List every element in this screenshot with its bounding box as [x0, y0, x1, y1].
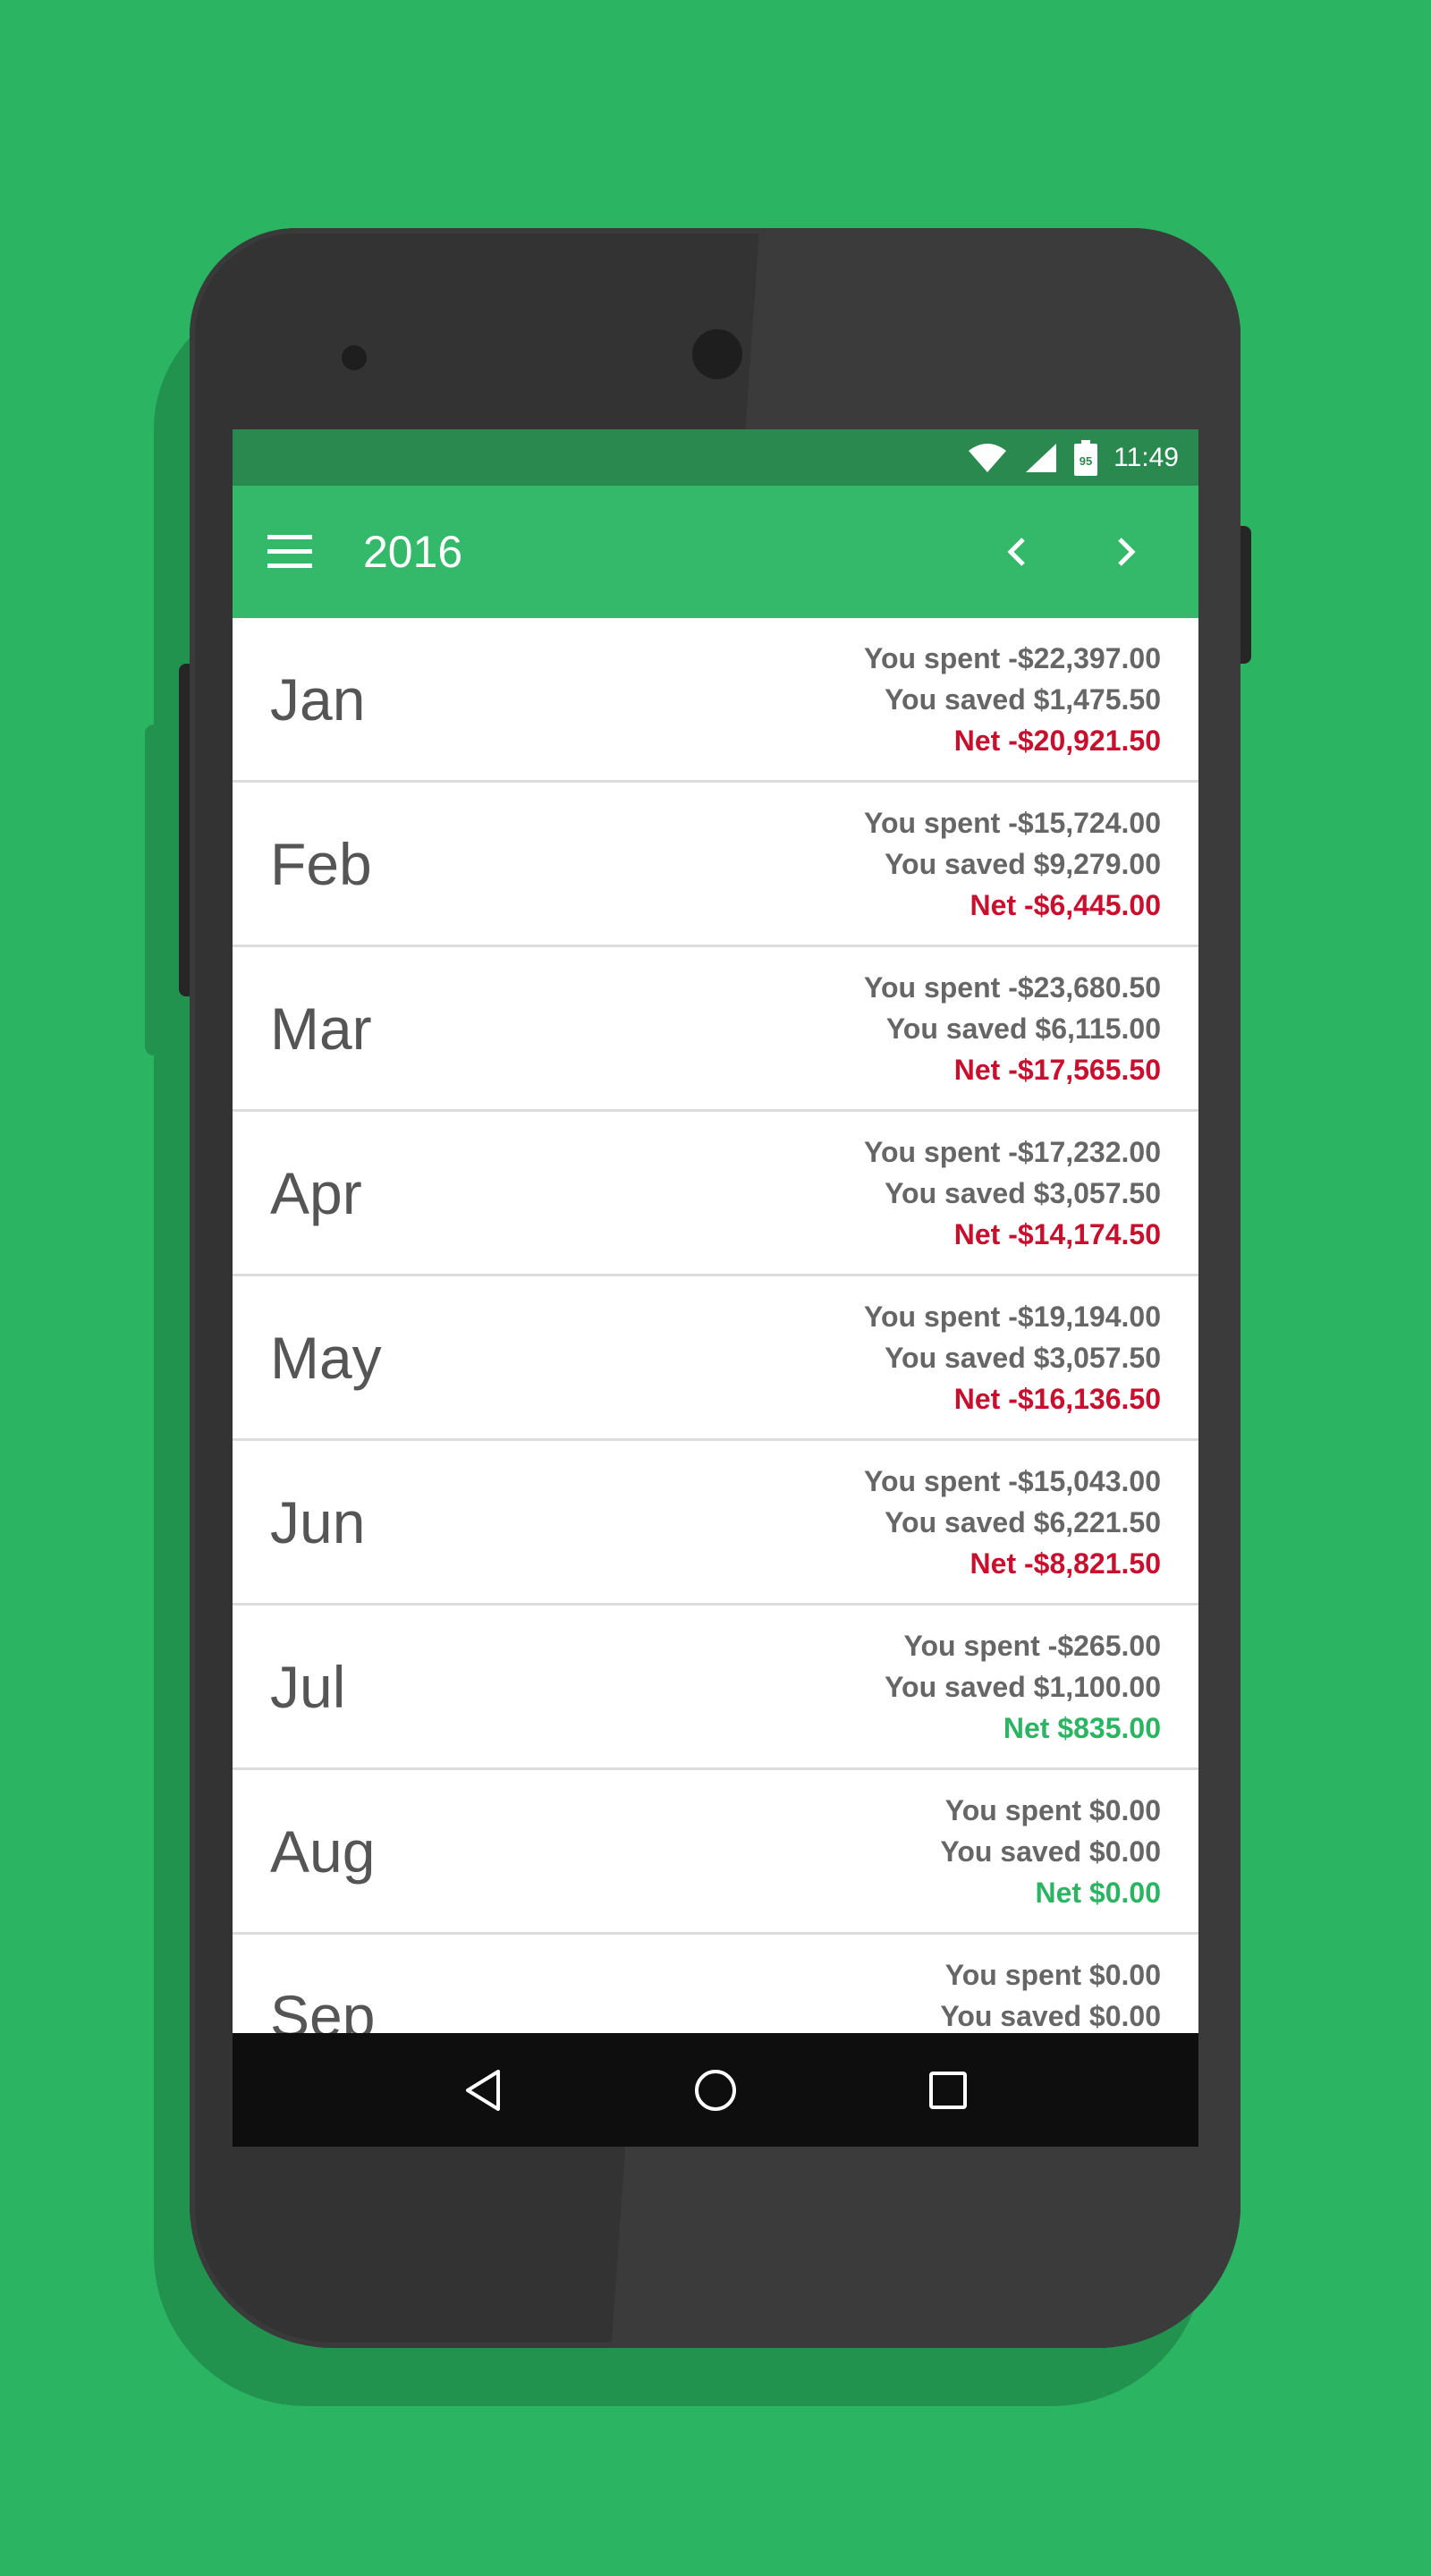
spent-amount: You spent -$19,194.00: [864, 1301, 1161, 1333]
spent-amount: You spent -$22,397.00: [864, 642, 1161, 674]
svg-text:95: 95: [1080, 454, 1092, 468]
month-amounts: You spent -$19,194.00 You saved $3,057.50…: [864, 1296, 1161, 1419]
recents-button[interactable]: [912, 2055, 984, 2126]
next-year-button[interactable]: [1091, 516, 1163, 588]
net-amount: Net $835.00: [1003, 1712, 1161, 1744]
saved-amount: You saved $3,057.50: [885, 1342, 1161, 1374]
wifi-icon: [967, 442, 1008, 474]
month-name: Feb: [270, 830, 372, 897]
month-name: Aug: [270, 1818, 376, 1885]
month-name: Jun: [270, 1488, 366, 1555]
system-nav-bar: [233, 2033, 1198, 2147]
year-title: 2016: [363, 527, 463, 577]
month-amounts: You spent $0.00 You saved $0.00 Net $0.00: [940, 1790, 1161, 1913]
month-row[interactable]: Jan You spent -$22,397.00 You saved $1,475…: [233, 618, 1198, 783]
month-list[interactable]: Jan You spent -$22,397.00 You saved $1,475…: [233, 618, 1198, 2033]
spent-amount: You spent -$15,043.00: [864, 1465, 1161, 1497]
proximity-sensor: [342, 345, 367, 370]
net-amount: Net $0.00: [1035, 1877, 1161, 1909]
month-name: Jul: [270, 1653, 346, 1720]
month-name: Jan: [270, 665, 366, 733]
month-name: Mar: [270, 995, 372, 1062]
spent-amount: You spent -$23,680.50: [864, 971, 1161, 1004]
month-amounts: You spent -$23,680.50 You saved $6,115.00…: [864, 967, 1161, 1090]
month-amounts: You spent -$22,397.00 You saved $1,475.50…: [864, 638, 1161, 761]
net-amount: Net -$16,136.50: [953, 1383, 1161, 1415]
month-amounts: You spent -$15,724.00 You saved $9,279.00…: [864, 802, 1161, 926]
back-icon: [466, 2069, 500, 2111]
month-row[interactable]: Apr You spent -$17,232.00 You saved $3,057…: [233, 1112, 1198, 1276]
front-camera: [692, 329, 742, 379]
spent-amount: You spent -$17,232.00: [864, 1136, 1161, 1168]
battery-icon: 95: [1074, 439, 1098, 476]
month-row[interactable]: Jun You spent -$15,043.00 You saved $6,221…: [233, 1441, 1198, 1606]
saved-amount: You saved $9,279.00: [885, 848, 1161, 880]
chevron-left-icon: [1007, 538, 1025, 566]
month-row[interactable]: Mar You spent -$23,680.50 You saved $6,115…: [233, 947, 1198, 1112]
hamburger-menu-icon: [267, 535, 312, 568]
recents-icon: [929, 2071, 967, 2109]
net-amount: Net -$6,445.00: [970, 889, 1161, 921]
saved-amount: You saved $6,115.00: [885, 1013, 1161, 1045]
saved-amount: You saved $3,057.50: [885, 1177, 1161, 1209]
saved-amount: You saved $1,475.50: [885, 683, 1161, 716]
saved-amount: You saved $0.00: [940, 1835, 1161, 1868]
previous-year-button[interactable]: [980, 516, 1052, 588]
home-icon: [695, 2069, 736, 2111]
month-row[interactable]: Feb You spent -$15,724.00 You saved $9,279…: [233, 783, 1198, 947]
phone-screen: 95 11:49 2016 Jan You spent -$22,397.00 Yo…: [233, 429, 1198, 2147]
month-amounts: You spent $0.00You saved $0.00Net $0.00: [940, 1954, 1161, 2033]
net-amount: Net -$17,565.50: [953, 1054, 1161, 1086]
status-time: 11:49: [1113, 442, 1179, 472]
net-amount: Net -$20,921.50: [953, 724, 1161, 757]
chevron-right-icon: [1118, 538, 1136, 566]
net-amount: Net -$8,821.50: [970, 1547, 1161, 1580]
spent-amount: You spent $0.00: [944, 1959, 1161, 1991]
month-amounts: You spent -$265.00 You saved $1,100.00 Net…: [885, 1625, 1161, 1749]
month-name: Sep: [270, 1982, 376, 2034]
spent-amount: You spent -$265.00: [903, 1630, 1161, 1662]
status-bar: 95 11:49: [233, 429, 1198, 486]
side-button-shadow: [145, 724, 172, 1055]
month-amounts: You spent -$15,043.00 You saved $6,221.50…: [864, 1461, 1161, 1584]
back-button[interactable]: [447, 2055, 519, 2126]
month-amounts: You spent -$17,232.00 You saved $3,057.50…: [864, 1131, 1161, 1255]
spent-amount: You spent -$15,724.00: [864, 807, 1161, 839]
app-bar: 2016: [233, 486, 1198, 618]
saved-amount: You saved $1,100.00: [885, 1671, 1161, 1703]
home-button[interactable]: [680, 2055, 751, 2126]
menu-button[interactable]: [261, 523, 318, 580]
saved-amount: You saved $6,221.50: [885, 1506, 1161, 1538]
month-name: Apr: [270, 1159, 362, 1226]
month-row[interactable]: Aug You spent $0.00 You saved $0.00 Net $0.…: [233, 1770, 1198, 1935]
month-row[interactable]: May You spent -$19,194.00 You saved $3,057…: [233, 1276, 1198, 1441]
saved-amount: You saved $0.00: [940, 2000, 1161, 2032]
net-amount: Net -$14,174.50: [953, 1218, 1161, 1250]
cell-signal-icon: [1024, 442, 1058, 474]
spent-amount: You spent $0.00: [944, 1794, 1161, 1826]
month-row[interactable]: SepYou spent $0.00You saved $0.00Net $0.…: [233, 1935, 1198, 2033]
month-row[interactable]: Jul You spent -$265.00 You saved $1,100.00…: [233, 1606, 1198, 1770]
month-name: May: [270, 1324, 382, 1391]
